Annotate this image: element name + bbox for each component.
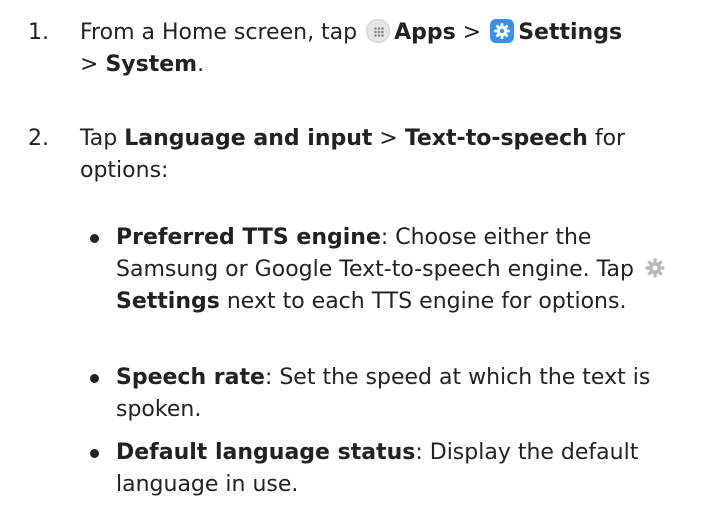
- language-and-input-label: Language and input: [124, 126, 373, 151]
- step-text: Tap Language and input > Text-to-speech …: [80, 126, 626, 183]
- option-default-language-status: Default language status: Display the def…: [90, 437, 690, 501]
- settings-gear-icon: [490, 19, 515, 43]
- apps-grid-icon: [366, 19, 391, 43]
- bullet-icon: [90, 374, 99, 383]
- option-title: Speech rate: [116, 365, 265, 390]
- option-title: Default language status: [116, 440, 416, 465]
- step-1: 1. From a Home screen, tap Apps > Settin…: [28, 17, 698, 81]
- system-label: System: [105, 52, 198, 77]
- settings-label: Settings: [518, 20, 623, 45]
- apps-label: Apps: [394, 20, 456, 45]
- gear-icon: [643, 256, 667, 280]
- step-number: 2.: [28, 126, 49, 151]
- engine-settings-label: Settings: [116, 289, 220, 314]
- step-2: 2. Tap Language and input > Text-to-spee…: [28, 123, 698, 187]
- step-text: From a Home screen, tap Apps > Settings …: [80, 19, 623, 77]
- option-speech-rate: Speech rate: Set the speed at which the …: [90, 362, 690, 426]
- bullet-icon: [90, 449, 99, 458]
- text-to-speech-label: Text-to-speech: [404, 126, 588, 151]
- step-number: 1.: [28, 20, 49, 45]
- option-title: Preferred TTS engine: [116, 225, 381, 250]
- bullet-icon: [90, 234, 99, 243]
- option-preferred-tts-engine: Preferred TTS engine: Choose either the …: [90, 222, 690, 318]
